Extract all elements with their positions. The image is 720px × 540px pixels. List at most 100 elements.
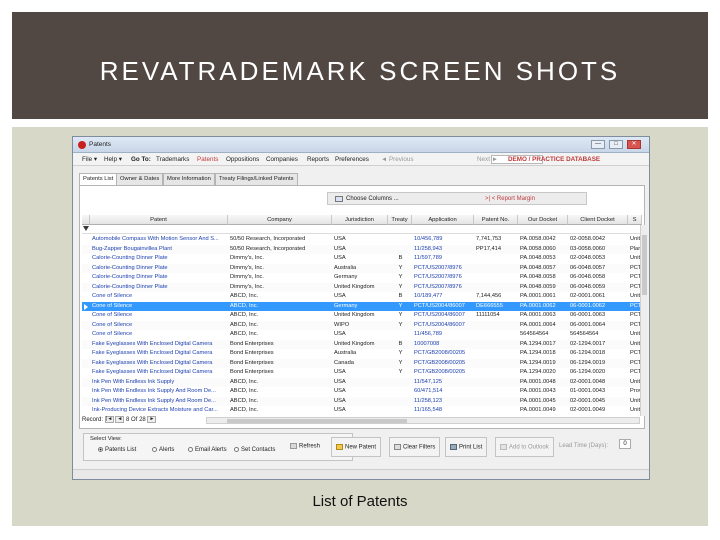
column-header[interactable]: Patent: [90, 215, 228, 225]
menu-companies[interactable]: Companies: [266, 156, 298, 163]
prev-record-button[interactable]: ◄: [115, 416, 125, 423]
column-header[interactable]: Company: [228, 215, 332, 225]
menu-oppositions[interactable]: Oppositions: [226, 156, 259, 163]
maximize-button[interactable]: □: [609, 140, 623, 149]
table-cell: ABCD, Inc.: [230, 312, 259, 318]
table-cell: 06-1294.0018: [570, 350, 606, 356]
add-to-outlook-button[interactable]: Add to Outlook: [495, 437, 554, 457]
table-cell: Australia: [334, 350, 357, 356]
horizontal-scrollbar[interactable]: [206, 417, 640, 424]
column-header[interactable]: S: [628, 215, 642, 225]
print-list-button[interactable]: Print List: [445, 437, 488, 457]
tab-owner-dates[interactable]: Owner & Dates: [116, 173, 164, 185]
column-header[interactable]: Treaty: [388, 215, 412, 225]
table-cell: Calorie-Counting Dinner Plate: [92, 274, 168, 280]
radio-set-contacts[interactable]: Set Contacts: [234, 447, 275, 453]
menu-trademarks[interactable]: Trademarks: [156, 156, 189, 163]
tab-treaty-filings[interactable]: Treaty Filings/Linked Patents: [215, 173, 298, 185]
table-row[interactable]: Cone of Silence ABCD, Inc. WIPO Y PCT/US2004…: [82, 320, 642, 330]
menu-file[interactable]: File ▾: [82, 156, 97, 163]
menu-reports[interactable]: Reports: [307, 156, 329, 163]
column-header[interactable]: Patent No.: [474, 215, 518, 225]
radio-patents-list[interactable]: Patents List: [98, 447, 136, 453]
close-button[interactable]: ✕: [627, 140, 641, 149]
table-row[interactable]: Cone of Silence ABCD, Inc. USA 11/456,789 56…: [82, 330, 642, 340]
table-row[interactable]: Fake Eyeglasses With Enclosed Digital Ca…: [82, 349, 642, 359]
filter-icon[interactable]: [83, 226, 89, 231]
table-row[interactable]: Calorie-Counting Dinner Plate Dimmy's, In…: [82, 273, 642, 283]
table-row[interactable]: Fake Eyeglasses With Enclosed Digital Ca…: [82, 339, 642, 349]
table-cell: United Kingdom: [334, 283, 375, 290]
refresh-icon: [290, 443, 297, 449]
table-cell: 02-0001.0049: [570, 407, 606, 413]
table-row[interactable]: Ink-Producing Device Extracts Moisture a…: [82, 406, 642, 416]
table-row[interactable]: Fake Eyeglasses With Enclosed Digital Ca…: [82, 358, 642, 368]
table-row[interactable]: Ink Pen With Endless Ink Supply ABCD, Inc…: [82, 377, 642, 387]
clear-filters-button[interactable]: Clear Filters: [389, 437, 441, 457]
table-row[interactable]: Calorie-Counting Dinner Plate Dimmy's, In…: [82, 282, 642, 292]
table-cell: 11/597,789: [414, 255, 443, 261]
filter-row[interactable]: [82, 225, 642, 234]
table-cell: Calorie-Counting Dinner Plate: [92, 264, 168, 271]
table-cell: USA: [334, 407, 346, 413]
table-cell: PCT/US2004/86007: [414, 302, 465, 309]
table-row[interactable]: Bug-Zapper Bougainvillea Plant 50/50 Rese…: [82, 244, 642, 254]
table-cell: PCT/US2007/8976: [414, 274, 462, 280]
column-header[interactable]: Client Docket: [568, 215, 628, 225]
next-record-button[interactable]: ►: [147, 416, 157, 423]
table-cell: Ink Pen With Endless Ink Supply And Room…: [92, 388, 216, 394]
radio-alerts[interactable]: Alerts: [152, 447, 174, 453]
minimize-button[interactable]: —: [591, 140, 605, 149]
first-record-button[interactable]: |◄: [104, 416, 114, 423]
menu-preferences[interactable]: Preferences: [335, 156, 369, 163]
title-bar: Patents — □ ✕: [73, 137, 649, 153]
new-patent-button[interactable]: New Patent: [331, 437, 382, 457]
table-row[interactable]: Cone of Silence ABCD, Inc. United Kingdom Y…: [82, 311, 642, 321]
tab-more-information[interactable]: More Information: [163, 173, 215, 185]
goto-label: Go To:: [131, 156, 151, 163]
radio-dot-icon: [152, 447, 157, 452]
table-cell: Cone of Silence: [92, 302, 133, 309]
choose-columns-button[interactable]: Choose Columns ...: [346, 196, 399, 202]
column-header[interactable]: Our Docket: [518, 215, 568, 225]
table-cell: PA.0001.0063: [520, 312, 556, 318]
select-view-label: Select View:: [90, 436, 122, 442]
table-cell: ABCD, Inc.: [230, 302, 259, 309]
tab-patents-list[interactable]: Patents List: [79, 173, 118, 185]
table-cell: 06-1294.0019: [570, 359, 606, 366]
table-cell: United Kingdom: [334, 312, 375, 318]
table-cell: 60/471,514: [414, 388, 443, 394]
vertical-scrollbar[interactable]: [640, 225, 647, 416]
table-cell: USA: [334, 331, 346, 337]
record-current[interactable]: 8: [126, 417, 129, 423]
menu-patents[interactable]: Patents: [197, 156, 218, 163]
scrollbar-thumb[interactable]: [642, 235, 647, 295]
radio-email-alerts[interactable]: Email Alerts: [188, 447, 227, 453]
lead-time-input[interactable]: 0: [619, 439, 631, 449]
column-header[interactable]: Jurisdiction: [332, 215, 388, 225]
record-of: Of: [131, 417, 138, 424]
table-cell: PA.0048.0057: [520, 264, 556, 271]
table-cell: Dimmy's, Inc.: [230, 255, 264, 261]
table-cell: PCT/US2007/8976: [414, 264, 462, 271]
table-row[interactable]: Ink Pen With Endless Ink Supply And Room…: [82, 396, 642, 406]
table-row[interactable]: Cone of Silence ABCD, Inc. Germany Y PCT/US2…: [82, 301, 642, 311]
table-cell: Bond Enterprises: [230, 350, 274, 356]
table-row[interactable]: Automobile Compass With Motion Sensor An…: [82, 235, 642, 245]
previous-button[interactable]: ◄ Previous: [381, 156, 413, 163]
table-row[interactable]: Ink Pen With Endless Ink Supply And Room…: [82, 387, 642, 397]
hscroll-thumb[interactable]: [227, 419, 407, 423]
status-bar: [73, 469, 649, 479]
row-selector-header: [82, 215, 90, 225]
table-row[interactable]: Calorie-Counting Dinner Plate Dimmy's, In…: [82, 254, 642, 264]
column-header[interactable]: Application: [412, 215, 474, 225]
radio-dot-icon: [188, 447, 193, 452]
next-button[interactable]: Next ►: [477, 156, 498, 163]
table-cell: PA.0001.0048: [520, 378, 556, 385]
menu-help[interactable]: Help ▾: [104, 156, 122, 163]
table-row[interactable]: Cone of Silence ABCD, Inc. USA B 10/189,477 7…: [82, 292, 642, 302]
refresh-button[interactable]: Refresh: [286, 437, 324, 457]
table-row[interactable]: Fake Eyeglasses With Enclosed Digital Ca…: [82, 368, 642, 378]
table-row[interactable]: Calorie-Counting Dinner Plate Dimmy's, In…: [82, 263, 642, 273]
table-cell: B: [398, 255, 403, 261]
